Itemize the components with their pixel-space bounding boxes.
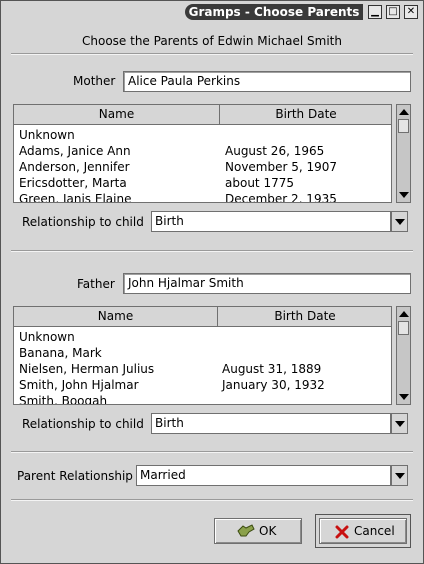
list-item[interactable]: Smith, Boogah [19,393,107,404]
mother-scrollbar[interactable] [396,104,411,203]
list-item[interactable]: Smith, John Hjalmar [19,377,139,393]
choose-parents-window: Gramps - Choose Parents ▁ □ ✕ Choose the… [0,0,424,564]
mother-field[interactable]: Alice Paula Perkins [123,71,411,92]
list-item-birth: December 2, 1935 [225,192,337,203]
close-icon: ✕ [406,6,416,17]
scroll-down-icon[interactable] [399,192,409,198]
list-item[interactable]: Adams, Janice Ann [19,143,131,159]
parent-relationship-label: Parent Relationship [17,469,133,483]
cancel-label: Cancel [354,524,395,538]
father-label: Father [77,277,115,291]
mother-list[interactable]: Name Birth Date Unknown Adams, Janice Ann… [13,104,392,203]
father-relationship-combo[interactable]: Birth [151,413,391,434]
list-item[interactable]: Nielsen, Herman Julius [19,361,154,377]
mother-relationship-label: Relationship to child [22,215,144,229]
ok-button[interactable]: OK [214,518,302,544]
mother-relationship-combo[interactable]: Birth [151,211,391,232]
mother-col-name[interactable]: Name [14,105,220,125]
father-field[interactable]: John Hjalmar Smith [123,273,411,294]
separator [11,499,413,501]
father-col-name[interactable]: Name [14,307,218,327]
separator [11,451,413,453]
hand-ok-icon [237,524,255,537]
separator [11,53,413,55]
list-item[interactable]: Green, Janis Elaine [19,191,131,202]
close-button[interactable]: ✕ [404,5,418,19]
chevron-down-icon [395,421,405,427]
maximize-button[interactable]: □ [386,5,400,19]
father-relationship-label: Relationship to child [22,417,144,431]
father-col-birth[interactable]: Birth Date [218,307,391,327]
minimize-icon: ▁ [371,6,379,17]
list-item[interactable]: Anderson, Jennifer [19,159,130,175]
mother-col-birth[interactable]: Birth Date [220,105,391,125]
chevron-down-icon [395,473,405,479]
father-list[interactable]: Name Birth Date Unknown Banana, Mark Niels… [13,306,392,405]
list-item[interactable]: Unknown [19,127,75,143]
list-item[interactable]: Ericsdotter, Marta [19,175,127,191]
father-relationship-dropdown[interactable] [391,413,408,434]
title-bar[interactable]: Gramps - Choose Parents ▁ □ ✕ [1,1,423,23]
list-item-birth: November 5, 1907 [225,160,338,174]
scroll-thumb[interactable] [398,119,409,133]
window-title: Gramps - Choose Parents [188,5,360,19]
ok-label: OK [259,524,277,538]
list-item-birth: August 26, 1965 [225,144,325,158]
list-item-birth: about 1775 [225,176,294,190]
parent-relationship-dropdown[interactable] [391,465,408,486]
father-scrollbar[interactable] [396,306,411,405]
scroll-down-icon[interactable] [399,394,409,400]
chevron-down-icon [395,219,405,225]
scroll-up-icon[interactable] [399,109,409,115]
minimize-button[interactable]: ▁ [368,5,382,19]
list-item-birth: January 30, 1932 [222,378,325,392]
scroll-thumb[interactable] [398,321,409,335]
mother-label: Mother [73,74,116,88]
red-x-icon [335,525,349,539]
title-pill: Gramps - Choose Parents [185,4,363,20]
dialog-heading: Choose the Parents of Edwin Michael Smit… [82,34,342,48]
scroll-up-icon[interactable] [399,311,409,317]
parent-relationship-combo[interactable]: Married [136,465,391,486]
list-item[interactable]: Unknown [19,329,75,345]
separator [11,250,413,252]
maximize-icon: □ [388,6,398,17]
cancel-button[interactable]: Cancel [319,518,407,544]
list-item-birth: August 31, 1889 [222,362,322,376]
mother-relationship-dropdown[interactable] [391,211,408,232]
list-item[interactable]: Banana, Mark [19,345,102,361]
